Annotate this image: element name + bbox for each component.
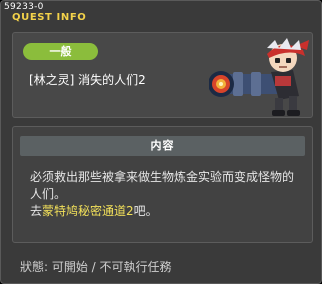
content-heading: 内容 [20, 136, 305, 156]
quest-status: 狀態: 可開始 / 不可執行任務 [20, 260, 172, 274]
description-line: 必须救出那些被拿来做生物炼金实验而变成怪物的人们。 [30, 170, 295, 201]
target-suffix: 吧。 [133, 204, 158, 218]
quest-description: 必须救出那些被拿来做生物炼金实验而变成怪物的人们。 去蒙特鸠秘密通道2吧。 [30, 169, 300, 220]
quest-summary-panel: 一般 [林之灵] 消失的人们2 [12, 32, 313, 118]
quest-name: [林之灵] 消失的人们2 [29, 73, 146, 87]
quest-id: 59233-0 [4, 2, 44, 12]
target-prefix: 去 [30, 204, 43, 218]
target-map-link[interactable]: 蒙特鸠秘密通道2 [42, 204, 134, 218]
description-target-line: 去蒙特鸠秘密通道2吧。 [30, 203, 300, 220]
quest-info-window: 59233-0 QUEST INFO 一般 [林之灵] 消失的人们2 内容 必须… [0, 0, 322, 284]
quest-content-panel: 内容 必须救出那些被拿来做生物炼金实验而变成怪物的人们。 去蒙特鸠秘密通道2吧。 [12, 126, 313, 243]
quest-category-tag: 一般 [23, 43, 98, 60]
npc-character-icon [209, 38, 309, 116]
window-title: QUEST INFO [12, 12, 87, 23]
